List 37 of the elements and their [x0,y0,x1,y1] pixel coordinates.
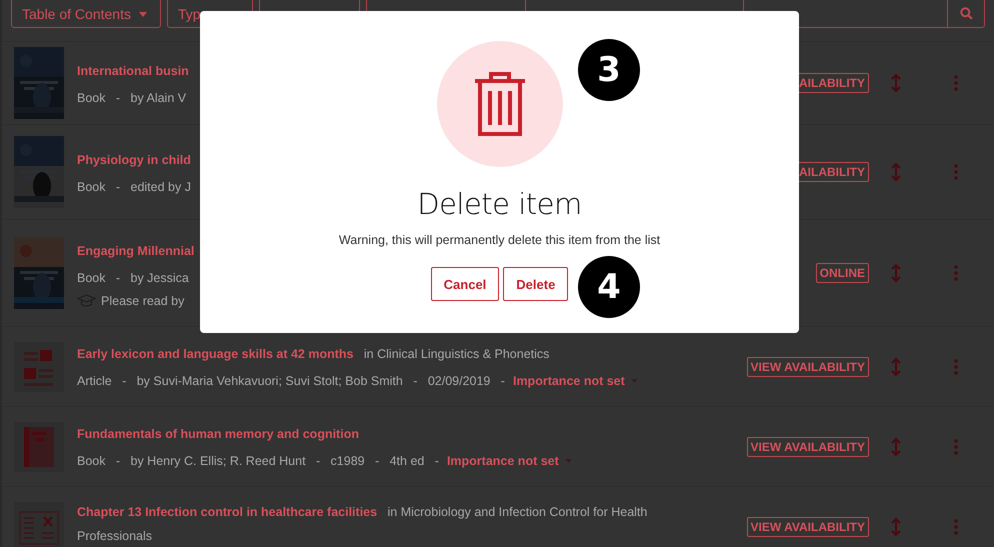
availability-button[interactable]: ONLINE [816,263,869,283]
more-options-icon[interactable] [954,164,958,180]
reorder-icon[interactable] [891,73,901,93]
item-details: Book - edited by J [77,178,191,196]
more-options-icon[interactable] [954,75,958,91]
importance-dropdown[interactable]: Importance not set [442,454,572,468]
importance-dropdown[interactable]: Importance not set [508,374,638,388]
delete-button[interactable]: Delete [503,267,568,301]
caret-icon [138,12,147,16]
item-details: Book - by Jessica [77,270,189,287]
more-options-icon[interactable] [954,518,958,534]
availability-button[interactable]: VIEW AVAILABILITY [746,436,869,456]
warning-message: Warning, this will permanently delete this item from the list [338,233,660,247]
search-button[interactable] [947,0,985,28]
item-details: Book - by Henry C. Ellis; R. Reed Hunt - c1989 - 4th ed - [77,453,439,470]
reorder-icon[interactable] [891,356,901,376]
step-number-badge: 3 [578,39,640,101]
cancel-button[interactable]: Cancel [430,267,500,301]
availability-button[interactable]: VIEW AVAILABILITY [746,516,869,536]
item-title[interactable]: Chapter 13 Infection control in healthcare facilities in Microbiology and Infection Control for Health Professionals [77,500,717,547]
more-options-icon[interactable] [954,265,958,281]
reorder-icon[interactable] [891,436,901,456]
dropdown-button[interactable]: Table of Contents [11,0,161,28]
search-icon [960,7,972,20]
reorder-icon[interactable] [891,516,901,536]
item-details: Book - by Alain V [77,90,186,107]
more-options-icon[interactable] [954,358,958,374]
availability-button[interactable]: VIEW AVAILABILITY [746,356,869,376]
reorder-icon[interactable] [891,162,901,182]
step-number-badge: 4 [578,256,640,318]
reorder-icon[interactable] [891,263,901,283]
item-title[interactable]: Early lexicon and language skills at 42 months in Clinical Linguistics & Phonetics [77,342,717,366]
more-options-icon[interactable] [954,438,958,454]
item-details: Article - by Suvi-Maria Vehkavuori; Suvi Stolt; Bob Smith - 02/09/2019 - [77,373,505,390]
item-title[interactable]: Fundamentals of human memory and cognition [77,422,717,446]
dialog-title: Delete item [417,187,582,221]
reading-note: Please read by [101,294,184,308]
